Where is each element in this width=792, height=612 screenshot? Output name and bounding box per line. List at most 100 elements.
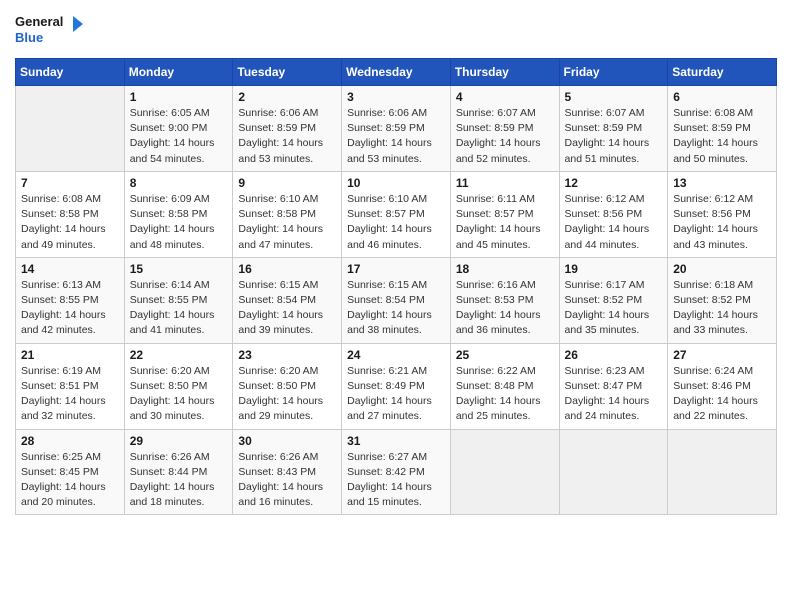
- week-row-1: 1 Sunrise: 6:05 AMSunset: 9:00 PMDaylight…: [16, 86, 777, 172]
- day-info: Sunrise: 6:09 AMSunset: 8:58 PMDaylight:…: [130, 192, 228, 253]
- header-cell-friday: Friday: [559, 59, 668, 86]
- day-info: Sunrise: 6:14 AMSunset: 8:55 PMDaylight:…: [130, 278, 228, 339]
- day-info: Sunrise: 6:08 AMSunset: 8:59 PMDaylight:…: [673, 106, 771, 167]
- day-cell: 23Sunrise: 6:20 AMSunset: 8:50 PMDayligh…: [233, 343, 342, 429]
- day-cell: [16, 86, 125, 172]
- week-row-2: 7 Sunrise: 6:08 AMSunset: 8:58 PMDaylight…: [16, 171, 777, 257]
- header-row: SundayMondayTuesdayWednesdayThursdayFrid…: [16, 59, 777, 86]
- day-number: 19: [565, 262, 663, 276]
- day-number: 7: [21, 176, 119, 190]
- day-info: Sunrise: 6:18 AMSunset: 8:52 PMDaylight:…: [673, 278, 771, 339]
- day-cell: 3 Sunrise: 6:06 AMSunset: 8:59 PMDaylight…: [342, 86, 451, 172]
- day-number: 21: [21, 348, 119, 362]
- day-number: 30: [238, 434, 336, 448]
- day-cell: [668, 429, 777, 515]
- day-number: 31: [347, 434, 445, 448]
- day-number: 22: [130, 348, 228, 362]
- day-info: Sunrise: 6:13 AMSunset: 8:55 PMDaylight:…: [21, 278, 119, 339]
- day-number: 14: [21, 262, 119, 276]
- day-cell: 2 Sunrise: 6:06 AMSunset: 8:59 PMDaylight…: [233, 86, 342, 172]
- day-cell: 9 Sunrise: 6:10 AMSunset: 8:58 PMDaylight…: [233, 171, 342, 257]
- day-cell: 14 Sunrise: 6:13 AMSunset: 8:55 PMDayligh…: [16, 257, 125, 343]
- day-info: Sunrise: 6:25 AMSunset: 8:45 PMDaylight:…: [21, 450, 119, 511]
- day-cell: 21 Sunrise: 6:19 AMSunset: 8:51 PMDayligh…: [16, 343, 125, 429]
- day-number: 20: [673, 262, 771, 276]
- day-number: 18: [456, 262, 554, 276]
- day-info: Sunrise: 6:17 AMSunset: 8:52 PMDaylight:…: [565, 278, 663, 339]
- week-row-4: 21 Sunrise: 6:19 AMSunset: 8:51 PMDayligh…: [16, 343, 777, 429]
- day-number: 27: [673, 348, 771, 362]
- day-info: Sunrise: 6:23 AMSunset: 8:47 PMDaylight:…: [565, 364, 663, 425]
- day-cell: 26 Sunrise: 6:23 AMSunset: 8:47 PMDayligh…: [559, 343, 668, 429]
- day-info: Sunrise: 6:26 AMSunset: 8:43 PMDaylight:…: [238, 450, 336, 511]
- day-number: 17: [347, 262, 445, 276]
- day-info: Sunrise: 6:10 AMSunset: 8:57 PMDaylight:…: [347, 192, 445, 253]
- day-info: Sunrise: 6:26 AMSunset: 8:44 PMDaylight:…: [130, 450, 228, 511]
- day-number: 2: [238, 90, 336, 104]
- day-info: Sunrise: 6:27 AMSunset: 8:42 PMDaylight:…: [347, 450, 445, 511]
- calendar-table: SundayMondayTuesdayWednesdayThursdayFrid…: [15, 58, 777, 515]
- day-info: Sunrise: 6:06 AMSunset: 8:59 PMDaylight:…: [238, 106, 336, 167]
- day-cell: 31 Sunrise: 6:27 AMSunset: 8:42 PMDayligh…: [342, 429, 451, 515]
- day-number: 4: [456, 90, 554, 104]
- day-cell: [450, 429, 559, 515]
- header-cell-saturday: Saturday: [668, 59, 777, 86]
- day-cell: 1 Sunrise: 6:05 AMSunset: 9:00 PMDaylight…: [124, 86, 233, 172]
- day-cell: 28 Sunrise: 6:25 AMSunset: 8:45 PMDayligh…: [16, 429, 125, 515]
- day-number: 28: [21, 434, 119, 448]
- day-cell: 4 Sunrise: 6:07 AMSunset: 8:59 PMDaylight…: [450, 86, 559, 172]
- day-info: Sunrise: 6:20 AMSunset: 8:50 PMDaylight:…: [238, 364, 336, 425]
- day-cell: 24 Sunrise: 6:21 AMSunset: 8:49 PMDayligh…: [342, 343, 451, 429]
- week-row-3: 14 Sunrise: 6:13 AMSunset: 8:55 PMDayligh…: [16, 257, 777, 343]
- day-info: Sunrise: 6:19 AMSunset: 8:51 PMDaylight:…: [21, 364, 119, 425]
- day-number: 10: [347, 176, 445, 190]
- day-number: 29: [130, 434, 228, 448]
- day-info: Sunrise: 6:10 AMSunset: 8:58 PMDaylight:…: [238, 192, 336, 253]
- day-number: 13: [673, 176, 771, 190]
- day-number: 26: [565, 348, 663, 362]
- day-number: 24: [347, 348, 445, 362]
- day-cell: 11Sunrise: 6:11 AMSunset: 8:57 PMDayligh…: [450, 171, 559, 257]
- day-cell: 16 Sunrise: 6:15 AMSunset: 8:54 PMDayligh…: [233, 257, 342, 343]
- day-cell: 5Sunrise: 6:07 AMSunset: 8:59 PMDaylight…: [559, 86, 668, 172]
- day-info: Sunrise: 6:20 AMSunset: 8:50 PMDaylight:…: [130, 364, 228, 425]
- day-cell: 25Sunrise: 6:22 AMSunset: 8:48 PMDayligh…: [450, 343, 559, 429]
- svg-text:General: General: [15, 14, 63, 29]
- day-number: 1: [130, 90, 228, 104]
- day-cell: 30 Sunrise: 6:26 AMSunset: 8:43 PMDayligh…: [233, 429, 342, 515]
- day-info: Sunrise: 6:06 AMSunset: 8:59 PMDaylight:…: [347, 106, 445, 167]
- day-cell: 19 Sunrise: 6:17 AMSunset: 8:52 PMDayligh…: [559, 257, 668, 343]
- day-number: 15: [130, 262, 228, 276]
- day-cell: 6Sunrise: 6:08 AMSunset: 8:59 PMDaylight…: [668, 86, 777, 172]
- day-info: Sunrise: 6:24 AMSunset: 8:46 PMDaylight:…: [673, 364, 771, 425]
- day-info: Sunrise: 6:07 AMSunset: 8:59 PMDaylight:…: [456, 106, 554, 167]
- day-number: 12: [565, 176, 663, 190]
- header-cell-sunday: Sunday: [16, 59, 125, 86]
- day-cell: 15 Sunrise: 6:14 AMSunset: 8:55 PMDayligh…: [124, 257, 233, 343]
- day-info: Sunrise: 6:15 AMSunset: 8:54 PMDaylight:…: [238, 278, 336, 339]
- header-cell-thursday: Thursday: [450, 59, 559, 86]
- day-info: Sunrise: 6:08 AMSunset: 8:58 PMDaylight:…: [21, 192, 119, 253]
- day-number: 3: [347, 90, 445, 104]
- day-cell: 27 Sunrise: 6:24 AMSunset: 8:46 PMDayligh…: [668, 343, 777, 429]
- header-cell-monday: Monday: [124, 59, 233, 86]
- day-cell: 20 Sunrise: 6:18 AMSunset: 8:52 PMDayligh…: [668, 257, 777, 343]
- day-cell: 7 Sunrise: 6:08 AMSunset: 8:58 PMDaylight…: [16, 171, 125, 257]
- day-cell: 22 Sunrise: 6:20 AMSunset: 8:50 PMDayligh…: [124, 343, 233, 429]
- day-info: Sunrise: 6:07 AMSunset: 8:59 PMDaylight:…: [565, 106, 663, 167]
- day-info: Sunrise: 6:15 AMSunset: 8:54 PMDaylight:…: [347, 278, 445, 339]
- day-cell: 29 Sunrise: 6:26 AMSunset: 8:44 PMDayligh…: [124, 429, 233, 515]
- day-cell: 8 Sunrise: 6:09 AMSunset: 8:58 PMDaylight…: [124, 171, 233, 257]
- day-number: 9: [238, 176, 336, 190]
- day-info: Sunrise: 6:16 AMSunset: 8:53 PMDaylight:…: [456, 278, 554, 339]
- day-number: 8: [130, 176, 228, 190]
- day-info: Sunrise: 6:05 AMSunset: 9:00 PMDaylight:…: [130, 106, 228, 167]
- week-row-5: 28 Sunrise: 6:25 AMSunset: 8:45 PMDayligh…: [16, 429, 777, 515]
- header-cell-wednesday: Wednesday: [342, 59, 451, 86]
- svg-text:Blue: Blue: [15, 30, 43, 45]
- day-info: Sunrise: 6:21 AMSunset: 8:49 PMDaylight:…: [347, 364, 445, 425]
- day-info: Sunrise: 6:22 AMSunset: 8:48 PMDaylight:…: [456, 364, 554, 425]
- logo-svg: General Blue: [15, 10, 85, 50]
- day-number: 16: [238, 262, 336, 276]
- day-info: Sunrise: 6:11 AMSunset: 8:57 PMDaylight:…: [456, 192, 554, 253]
